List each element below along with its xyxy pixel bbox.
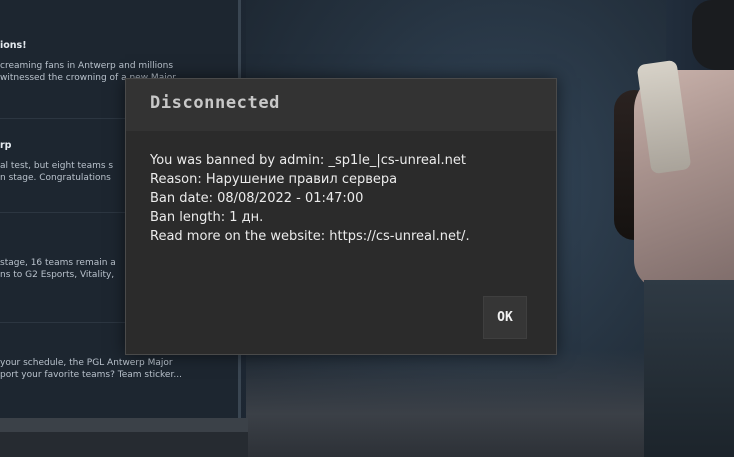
ban-reason-line: Reason: Нарушение правил сервера	[150, 172, 398, 187]
game-screen: ions! creaming fans in Antwerp and milli…	[0, 0, 734, 457]
dialog-message: You was banned by admin: _sp1le_|cs-unre…	[150, 151, 545, 246]
news-item-text: port your favorite teams? Team sticker..…	[0, 370, 182, 380]
ok-button[interactable]: OK	[483, 296, 527, 339]
ban-admin-line: You was banned by admin: _sp1le_|cs-unre…	[150, 153, 466, 168]
dialog-header: Disconnected	[126, 79, 556, 131]
ban-length-line: Ban length: 1 дн.	[150, 210, 264, 225]
disconnected-dialog: Disconnected You was banned by admin: _s…	[125, 78, 557, 355]
panel-bottom-bar	[0, 432, 248, 457]
dialog-title: Disconnected	[150, 93, 281, 113]
character-legs	[644, 280, 734, 457]
ban-date-line: Ban date: 08/08/2022 - 01:47:00	[150, 191, 364, 206]
news-item[interactable]: your schedule, the PGL Antwerp Major por…	[0, 357, 236, 381]
news-item-title: ions!	[0, 40, 27, 51]
ban-website-line: Read more on the website: https://cs-unr…	[150, 229, 470, 244]
panel-bottom-strip	[0, 418, 248, 432]
character-figure	[614, 0, 734, 457]
news-item-text: creaming fans in Antwerp and millions	[0, 61, 174, 71]
background-floor	[246, 350, 646, 457]
character-head	[692, 0, 734, 70]
news-item-text: your schedule, the PGL Antwerp Major	[0, 358, 173, 368]
